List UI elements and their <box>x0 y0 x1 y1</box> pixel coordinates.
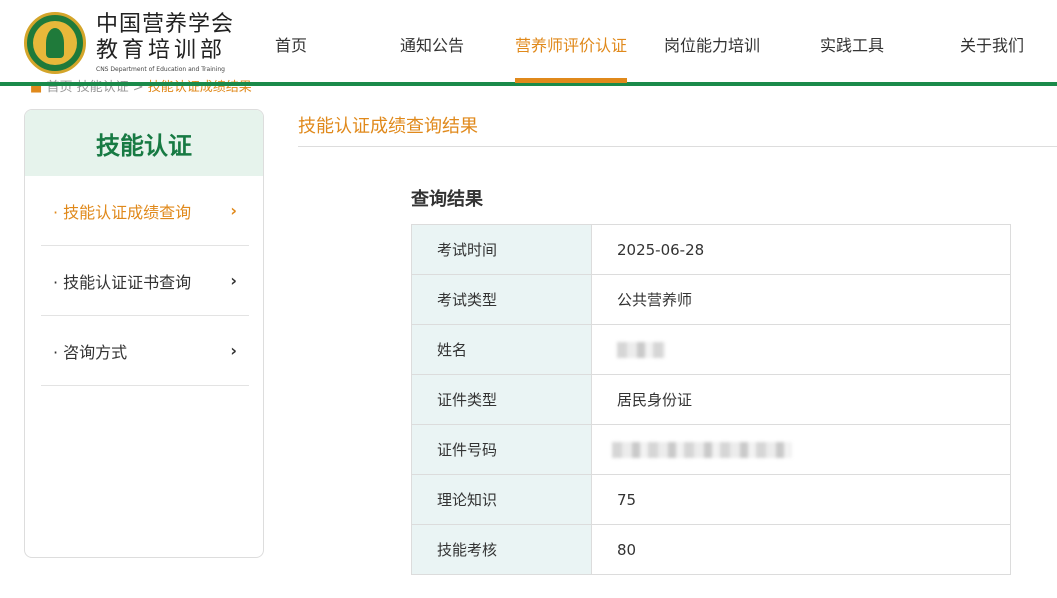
redacted-value <box>617 342 665 358</box>
row-key: 理论知识 <box>411 474 592 525</box>
redacted-value <box>612 442 792 458</box>
sidebar-item-label: · 技能认证证书查询 <box>53 272 192 292</box>
wheat-icon <box>46 28 64 58</box>
nav-tools[interactable]: 实践工具 <box>820 32 884 56</box>
result-table: 考试时间 2025-06-28 考试类型 公共营养师 姓名 证件类型 居民身份证… <box>411 224 1011 575</box>
nav-notices[interactable]: 通知公告 <box>400 32 464 56</box>
brand-block[interactable]: 中国营养学会 教育培训部 CNS Department of Education… <box>96 12 234 73</box>
nav-certification[interactable]: 营养师评价认证 <box>515 32 627 56</box>
row-value: 公共营养师 <box>591 274 1011 325</box>
row-key: 证件号码 <box>411 424 592 475</box>
row-key: 技能考核 <box>411 524 592 575</box>
sidebar-item-label: · 咨询方式 <box>53 342 128 362</box>
nav-active-indicator <box>515 78 627 83</box>
site-header: 中国营养学会 教育培训部 CNS Department of Education… <box>0 0 1057 85</box>
row-key: 考试类型 <box>411 274 592 325</box>
sidebar-item-certificate-query[interactable]: · 技能认证证书查询 › <box>41 246 249 316</box>
nav-about[interactable]: 关于我们 <box>960 32 1024 56</box>
sidebar-item-score-query[interactable]: · 技能认证成绩查询 › <box>41 176 249 246</box>
row-key: 考试时间 <box>411 224 592 275</box>
row-key: 证件类型 <box>411 374 592 425</box>
nav-training[interactable]: 岗位能力培训 <box>664 32 760 56</box>
row-value: 75 <box>591 474 1011 525</box>
sidebar-title: 技能认证 <box>25 110 263 176</box>
table-row: 技能考核 80 <box>411 524 1011 575</box>
chevron-right-icon: › <box>230 201 237 220</box>
table-row: 考试类型 公共营养师 <box>411 274 1011 325</box>
brand-english: CNS Department of Education and Training <box>96 66 225 73</box>
row-key: 姓名 <box>411 324 592 375</box>
result-heading: 查询结果 <box>411 189 483 210</box>
table-row: 理论知识 75 <box>411 474 1011 525</box>
brand-subname: 教育培训部 <box>96 38 227 63</box>
table-row: 考试时间 2025-06-28 <box>411 224 1011 275</box>
sidebar-item-label: · 技能认证成绩查询 <box>53 202 192 222</box>
table-row: 证件号码 <box>411 424 1011 475</box>
chevron-right-icon: › <box>230 271 237 290</box>
row-value: 居民身份证 <box>591 374 1011 425</box>
title-divider <box>298 146 1057 147</box>
nav-home[interactable]: 首页 <box>275 32 307 56</box>
table-row: 姓名 <box>411 324 1011 375</box>
row-value-id <box>591 424 1011 475</box>
sidebar: 技能认证 · 技能认证成绩查询 › · 技能认证证书查询 › · 咨询方式 › <box>24 109 264 558</box>
row-value-name <box>591 324 1011 375</box>
table-row: 证件类型 居民身份证 <box>411 374 1011 425</box>
row-value: 80 <box>591 524 1011 575</box>
page-title: 技能认证成绩查询结果 <box>298 116 478 137</box>
brand-name: 中国营养学会 <box>96 12 235 37</box>
sidebar-item-contact[interactable]: · 咨询方式 › <box>41 316 249 386</box>
chevron-right-icon: › <box>230 341 237 360</box>
row-value: 2025-06-28 <box>591 224 1011 275</box>
cns-logo-icon[interactable] <box>24 12 86 74</box>
